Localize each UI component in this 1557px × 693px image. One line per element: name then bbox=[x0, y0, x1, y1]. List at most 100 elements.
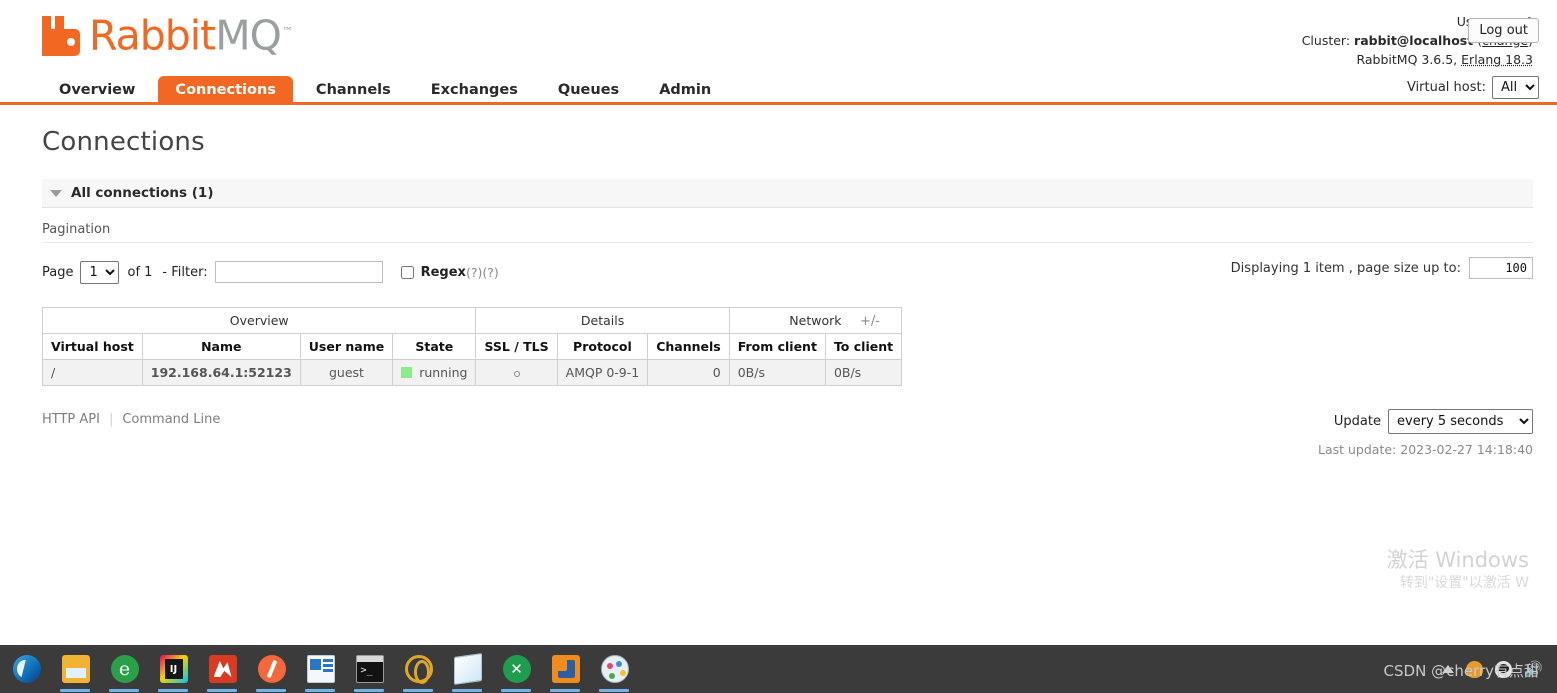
virtual-host-select[interactable]: All/ bbox=[1492, 76, 1539, 99]
rabbit-logo-icon bbox=[42, 16, 86, 56]
taskbar-item-internet-explorer[interactable] bbox=[100, 645, 149, 693]
logout-button[interactable]: Log out bbox=[1468, 18, 1539, 43]
command-line-link[interactable]: Command Line bbox=[122, 412, 220, 427]
cell-channels: 0 bbox=[648, 360, 730, 386]
table-head: Overview Details Network Virtual host Na… bbox=[43, 308, 902, 360]
column-state[interactable]: State bbox=[393, 334, 476, 360]
cell-virtual-host: / bbox=[43, 360, 143, 386]
footer-links: HTTP API | Command Line bbox=[42, 412, 1533, 427]
regex-help-icon-1[interactable]: (?) bbox=[466, 265, 482, 280]
column-from-client[interactable]: From client bbox=[729, 334, 825, 360]
system-tray: 🔊 bbox=[1442, 645, 1549, 693]
windows-taskbar: 🔊 CSDN @cherry有点甜 bbox=[0, 645, 1557, 693]
state-indicator-icon bbox=[401, 367, 412, 378]
taskbar-item-file-explorer[interactable] bbox=[51, 645, 100, 693]
paint-icon bbox=[601, 655, 629, 683]
edge-icon bbox=[13, 655, 41, 683]
all-connections-section-header[interactable]: All connections (1) bbox=[42, 179, 1533, 208]
taskbar-item-xshell[interactable] bbox=[492, 645, 541, 693]
tab-overview[interactable]: Overview bbox=[42, 76, 152, 105]
pagination-controls: Page 1 of 1 - Filter: Regex (?)(?) Displ… bbox=[42, 243, 1533, 287]
taskbar-item-navicat-premium[interactable] bbox=[394, 645, 443, 693]
taskbar-item-vmware[interactable] bbox=[541, 645, 590, 693]
column-user-name[interactable]: User name bbox=[300, 334, 392, 360]
file-explorer-icon bbox=[62, 655, 90, 683]
cell-user-name: guest bbox=[300, 360, 392, 386]
footer-divider: | bbox=[109, 412, 113, 427]
update-interval-control: Update every 5 secondsevery 10 secondsev… bbox=[1334, 409, 1533, 434]
regex-control: Regex (?)(?) bbox=[401, 265, 499, 280]
column-name[interactable]: Name bbox=[142, 334, 300, 360]
group-header-overview: Overview bbox=[43, 308, 476, 334]
version-row: RabbitMQ 3.6.5, Erlang 18.3 bbox=[1302, 50, 1533, 69]
virtual-host-label: Virtual host: bbox=[1407, 80, 1486, 95]
nav-tabs: Overview Connections Channels Exchanges … bbox=[42, 72, 1557, 105]
taskbar-item-edge[interactable] bbox=[2, 645, 51, 693]
cluster-name: rabbit@localhost bbox=[1354, 33, 1473, 48]
connections-table-wrapper: Overview Details Network Virtual host Na… bbox=[42, 307, 1533, 386]
table-row[interactable]: / 192.168.64.1:52123 guest running AMQP … bbox=[43, 360, 902, 386]
show-hidden-icons-icon[interactable] bbox=[1442, 665, 1454, 673]
cell-state: running bbox=[393, 360, 476, 386]
page-total-label: of 1 bbox=[127, 265, 152, 280]
page-header: RabbitMQ™ User: guest Cluster: rabbit@lo… bbox=[0, 0, 1557, 72]
taskbar-item-command-prompt[interactable] bbox=[345, 645, 394, 693]
ssl-disabled-icon bbox=[514, 371, 520, 377]
toggle-columns-button[interactable]: +/- bbox=[860, 314, 880, 329]
penguin-icon[interactable] bbox=[1495, 661, 1512, 678]
tab-connections[interactable]: Connections bbox=[158, 76, 293, 105]
page-label: Page bbox=[42, 265, 73, 280]
logo-wordmark: RabbitMQ™ bbox=[89, 12, 292, 56]
page-number-select[interactable]: 1 bbox=[80, 261, 119, 284]
qq-icon[interactable] bbox=[1466, 661, 1483, 678]
cell-protocol: AMQP 0-9-1 bbox=[557, 360, 648, 386]
command-prompt-icon bbox=[356, 655, 384, 683]
cluster-label: Cluster: bbox=[1302, 33, 1350, 48]
logo-rabbit-text: Rabbit bbox=[89, 12, 215, 60]
office-icon bbox=[307, 655, 335, 683]
watermark-line-1: 激活 Windows bbox=[1387, 547, 1529, 573]
connection-name-link[interactable]: 192.168.64.1:52123 bbox=[151, 365, 292, 380]
taskbar-item-intellij-idea[interactable] bbox=[149, 645, 198, 693]
tab-channels[interactable]: Channels bbox=[299, 76, 408, 105]
column-ssl-tls[interactable]: SSL / TLS bbox=[476, 334, 557, 360]
column-virtual-host[interactable]: Virtual host bbox=[43, 334, 143, 360]
http-api-link[interactable]: HTTP API bbox=[42, 412, 100, 427]
taskbar-item-pen-app[interactable] bbox=[247, 645, 296, 693]
cell-ssl-tls bbox=[476, 360, 557, 386]
page-footer: HTTP API | Command Line Update every 5 s… bbox=[42, 412, 1533, 438]
taskbar-icons bbox=[0, 645, 639, 693]
filter-label: - Filter: bbox=[162, 265, 207, 280]
erlang-version-link[interactable]: Erlang 18.3 bbox=[1461, 52, 1533, 67]
column-channels[interactable]: Channels bbox=[648, 334, 730, 360]
rabbitmq-management-page: RabbitMQ™ User: guest Cluster: rabbit@lo… bbox=[0, 0, 1557, 693]
pagination-section-label: Pagination bbox=[42, 208, 1533, 243]
cell-from-client: 0B/s bbox=[729, 360, 825, 386]
volume-icon[interactable]: 🔊 bbox=[1524, 661, 1543, 678]
page-size-input[interactable] bbox=[1469, 257, 1533, 279]
tab-exchanges[interactable]: Exchanges bbox=[414, 76, 535, 105]
logo-mq-text: MQ bbox=[215, 12, 281, 60]
internet-explorer-icon bbox=[111, 655, 139, 683]
filter-input[interactable] bbox=[215, 261, 383, 283]
navicat-premium-icon bbox=[405, 655, 433, 683]
update-interval-select[interactable]: every 5 secondsevery 10 secondsevery 30 … bbox=[1388, 409, 1533, 434]
cell-name[interactable]: 192.168.64.1:52123 bbox=[142, 360, 300, 386]
rabbitmq-logo[interactable]: RabbitMQ™ bbox=[42, 12, 292, 56]
taskbar-item-paint[interactable] bbox=[590, 645, 639, 693]
connections-table: Overview Details Network Virtual host Na… bbox=[42, 307, 902, 386]
taskbar-item-notes[interactable] bbox=[443, 645, 492, 693]
regex-label: Regex bbox=[421, 265, 466, 280]
column-to-client[interactable]: To client bbox=[825, 334, 901, 360]
column-protocol[interactable]: Protocol bbox=[557, 334, 648, 360]
tab-admin[interactable]: Admin bbox=[642, 76, 728, 105]
taskbar-item-office[interactable] bbox=[296, 645, 345, 693]
cell-to-client: 0B/s bbox=[825, 360, 901, 386]
taskbar-item-navicat[interactable] bbox=[198, 645, 247, 693]
regex-checkbox[interactable] bbox=[401, 266, 414, 279]
page-title: Connections bbox=[42, 127, 1533, 157]
windows-activation-watermark: 激活 Windows 转到"设置"以激活 W bbox=[1387, 547, 1529, 593]
regex-help-icon-2[interactable]: (?) bbox=[482, 265, 498, 280]
displaying-text: Displaying 1 item , page size up to: bbox=[1231, 261, 1461, 276]
tab-queues[interactable]: Queues bbox=[541, 76, 636, 105]
